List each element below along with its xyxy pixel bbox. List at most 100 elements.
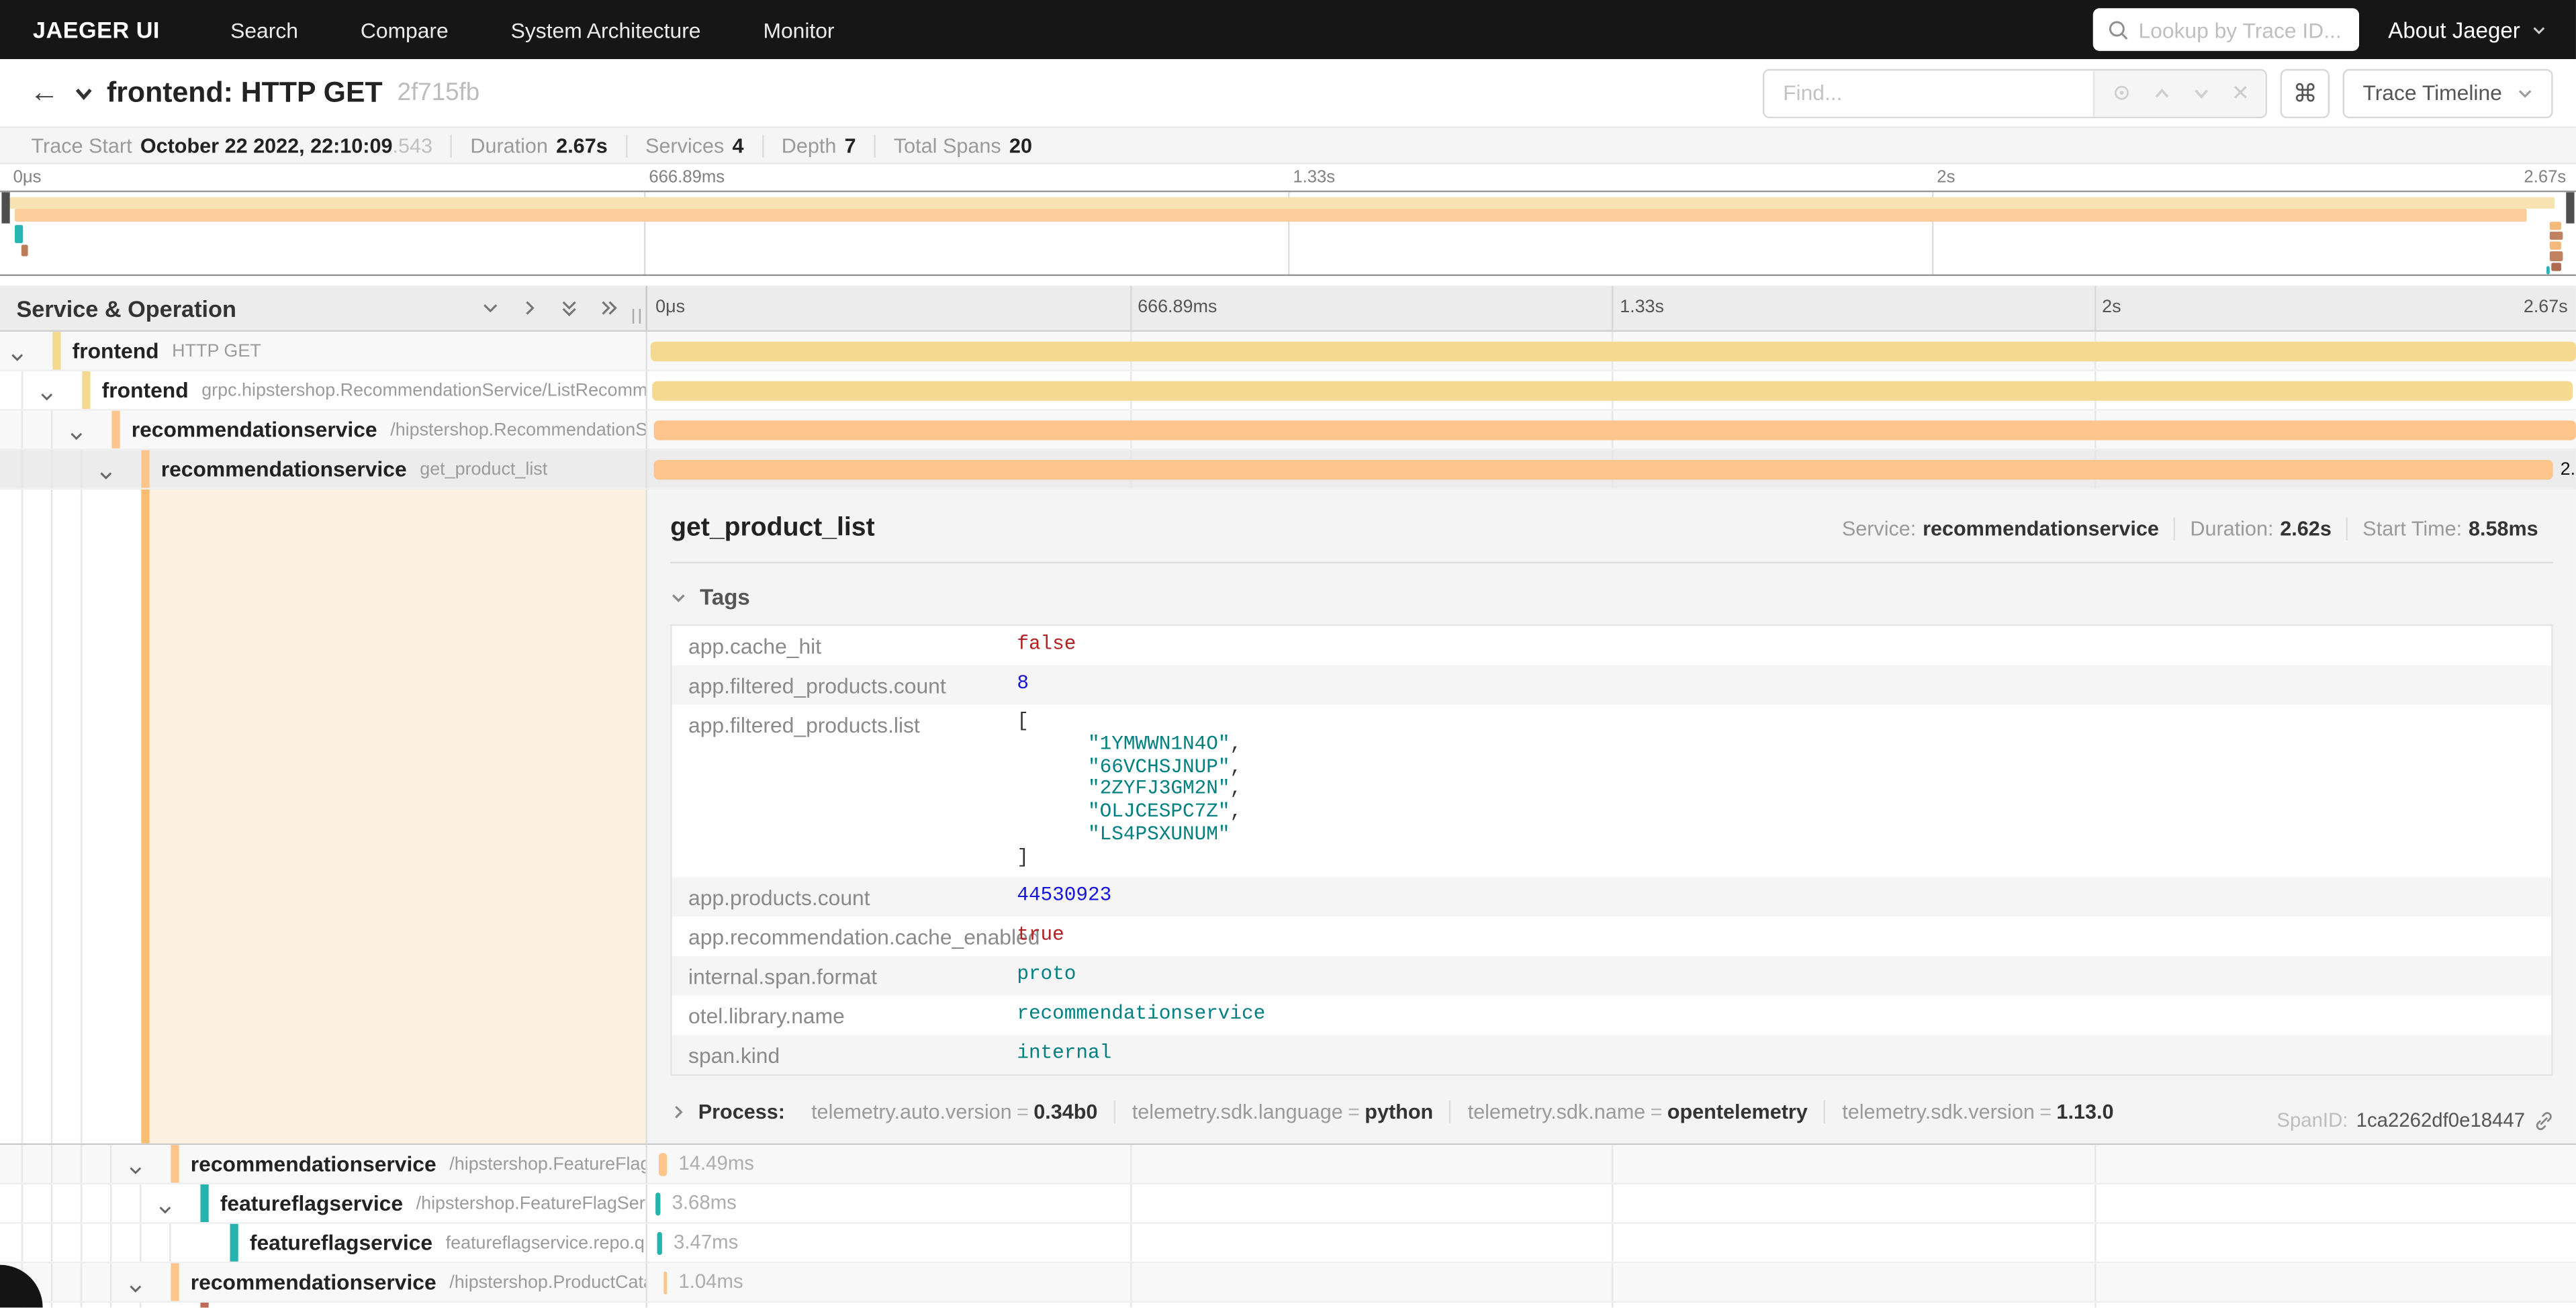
indent-guide xyxy=(21,489,23,1143)
keyboard-shortcuts-button[interactable]: ⌘ xyxy=(2281,68,2330,118)
back-button[interactable]: ← xyxy=(16,76,72,110)
nav-item-system-architecture[interactable]: System Architecture xyxy=(479,17,732,42)
timeline-ruler-label: 666.89ms xyxy=(1138,297,1217,317)
indent-guide xyxy=(51,1224,52,1262)
span-duration-label: 1.04ms xyxy=(678,1270,743,1293)
span-timeline-cell[interactable]: 1.04ms xyxy=(647,1263,2576,1303)
process-equals: = xyxy=(1343,1100,1365,1123)
span-row: recommendationservice/hipstershop.Produc… xyxy=(0,1263,2576,1303)
span-collapse-chevron-icon[interactable] xyxy=(128,1156,143,1184)
tags-section-toggle[interactable]: Tags xyxy=(670,585,2553,610)
span-duration-bar[interactable] xyxy=(654,460,2554,479)
trace-meta-item: Duration2.67s xyxy=(451,134,626,156)
span-detail-meta: Service:recommendationserviceDuration:2.… xyxy=(1827,518,2553,541)
focus-target-icon[interactable] xyxy=(2111,82,2133,103)
timeline-gridline xyxy=(1612,1184,1613,1222)
minimap-drag-handle-left[interactable] xyxy=(1,192,9,223)
span-timeline-cell[interactable]: 14.49ms xyxy=(647,1145,2576,1184)
tag-row[interactable]: app.filtered_products.list[ "1YMWWN1N4O"… xyxy=(672,705,2552,877)
tag-value: [ "1YMWWN1N4O", "66VCHSJNUP", "2ZYFJ3GM2… xyxy=(1017,711,1242,870)
trace-header-controls: ✕ ⌘ Trace Timeline xyxy=(1763,68,2560,118)
span-id-label: SpanID: xyxy=(2276,1109,2348,1131)
span-tree-cell[interactable] xyxy=(0,1303,647,1307)
span-tree-cell[interactable]: recommendationserviceget_product_list xyxy=(0,450,647,489)
tag-row[interactable]: app.cache_hitfalse xyxy=(672,626,2552,665)
minimap-ruler-label: 0μs xyxy=(13,168,42,187)
span-name-label[interactable]: recommendationservice/hipstershop.Featur… xyxy=(191,1145,647,1182)
span-timeline-cell[interactable]: 3.47ms xyxy=(647,1224,2576,1264)
top-nav-right: About Jaeger xyxy=(2092,8,2576,51)
tag-row[interactable]: otel.library.namerecommendationservice xyxy=(672,994,2552,1034)
span-name-label[interactable]: featureflagservicefeatureflagservice.rep… xyxy=(250,1224,647,1262)
nav-item-search[interactable]: Search xyxy=(199,17,330,42)
span-duration-bar[interactable] xyxy=(653,420,2575,440)
about-jaeger-menu[interactable]: About Jaeger xyxy=(2388,17,2546,42)
process-row[interactable]: Process: telemetry.auto.version=0.34b0te… xyxy=(670,1100,2553,1123)
span-timeline-cell[interactable] xyxy=(647,1303,2576,1307)
span-timeline-cell[interactable]: 3.68ms xyxy=(647,1184,2576,1224)
span-duration-bar[interactable] xyxy=(650,342,2576,361)
link-icon[interactable] xyxy=(2533,1110,2555,1131)
span-rows-bottom: recommendationservice/hipstershop.Featur… xyxy=(0,1145,2576,1307)
collapse-all-double-chevron-down-icon[interactable] xyxy=(560,298,578,318)
app-brand[interactable]: JAEGER UI xyxy=(0,16,199,42)
column-resize-grip[interactable] xyxy=(633,309,641,324)
span-duration-bar[interactable] xyxy=(652,381,2572,401)
minimap-span-bar xyxy=(2551,263,2561,271)
span-duration-label: 3.47ms xyxy=(674,1230,738,1253)
span-timeline-cell[interactable]: 2.62s xyxy=(647,450,2576,489)
span-collapse-chevron-icon[interactable] xyxy=(10,343,25,371)
trace-meta-bar: Trace StartOctober 22 2022, 22:10:09.543… xyxy=(0,128,2576,165)
trace-id-lookup[interactable] xyxy=(2092,8,2358,51)
expand-one-chevron-right-icon[interactable] xyxy=(521,299,539,317)
span-timeline-cell[interactable] xyxy=(647,411,2576,451)
span-collapse-chevron-icon[interactable] xyxy=(40,383,54,411)
minimap-ruler-label: 2.67s xyxy=(2524,168,2566,187)
minimap-drag-handle-right[interactable] xyxy=(2566,192,2574,223)
span-color-bar xyxy=(52,332,60,369)
span-collapse-chevron-icon[interactable] xyxy=(128,1274,143,1303)
find-clear-icon[interactable]: ✕ xyxy=(2232,80,2250,106)
tag-row[interactable]: app.recommendation.cache_enabledtrue xyxy=(672,916,2552,955)
span-timeline-cell[interactable] xyxy=(647,371,2576,411)
span-name-label[interactable] xyxy=(220,1303,234,1307)
trace-id-lookup-input[interactable] xyxy=(2138,17,2344,42)
trace-header: ← frontend: HTTP GET 2f715fb ✕ ⌘ Trace T… xyxy=(0,59,2576,128)
trace-view-selector[interactable]: Trace Timeline xyxy=(2343,68,2553,118)
find-prev-chevron-up-icon[interactable] xyxy=(2153,83,2172,103)
span-collapse-chevron-icon[interactable] xyxy=(158,1196,173,1224)
collapse-one-chevron-down-icon[interactable] xyxy=(481,299,500,317)
span-name-label[interactable]: recommendationservice/hipstershop.Produc… xyxy=(191,1263,647,1301)
nav-item-monitor[interactable]: Monitor xyxy=(732,17,866,42)
span-tree-cell[interactable]: frontendHTTP GET xyxy=(0,332,647,371)
expand-all-double-chevron-right-icon[interactable] xyxy=(600,299,619,317)
tag-row[interactable]: internal.span.formatproto xyxy=(672,955,2552,995)
tree-header-controls xyxy=(481,298,646,318)
span-tree-cell[interactable]: frontendgrpc.hipstershop.RecommendationS… xyxy=(0,371,647,411)
indent-guide xyxy=(140,1303,141,1307)
span-tree-cell[interactable]: featureflagservice/hipstershop.FeatureFl… xyxy=(0,1184,647,1224)
span-service-name: frontend xyxy=(73,338,159,363)
span-collapse-chevron-icon[interactable] xyxy=(69,422,84,451)
span-name-label[interactable]: recommendationserviceget_product_list xyxy=(161,450,548,487)
tag-row[interactable]: app.filtered_products.count8 xyxy=(672,665,2552,705)
find-next-chevron-down-icon[interactable] xyxy=(2192,83,2211,103)
nav-item-compare[interactable]: Compare xyxy=(329,17,479,42)
span-tree-cell[interactable]: recommendationservice/hipstershop.Produc… xyxy=(0,1263,647,1303)
divider xyxy=(670,562,2553,563)
find-input[interactable] xyxy=(1765,70,2093,115)
tag-row[interactable]: app.products.count44530923 xyxy=(672,876,2552,916)
indent-guide xyxy=(51,489,52,1143)
span-name-label[interactable]: frontendHTTP GET xyxy=(73,332,261,369)
span-tree-cell[interactable]: recommendationservice/hipstershop.Recomm… xyxy=(0,411,647,451)
collapse-trace-chevron-icon[interactable] xyxy=(73,81,95,104)
span-name-label[interactable]: frontendgrpc.hipstershop.RecommendationS… xyxy=(102,371,647,409)
span-tree-cell[interactable]: featureflagservicefeatureflagservice.rep… xyxy=(0,1224,647,1264)
span-collapse-chevron-icon[interactable] xyxy=(99,461,113,489)
minimap-canvas[interactable] xyxy=(0,191,2576,276)
tag-row[interactable]: span.kindinternal xyxy=(672,1034,2552,1074)
span-tree-cell[interactable]: recommendationservice/hipstershop.Featur… xyxy=(0,1145,647,1184)
span-timeline-cell[interactable] xyxy=(647,332,2576,371)
span-name-label[interactable]: featureflagservice/hipstershop.FeatureFl… xyxy=(220,1184,647,1222)
span-name-label[interactable]: recommendationservice/hipstershop.Recomm… xyxy=(132,411,647,449)
